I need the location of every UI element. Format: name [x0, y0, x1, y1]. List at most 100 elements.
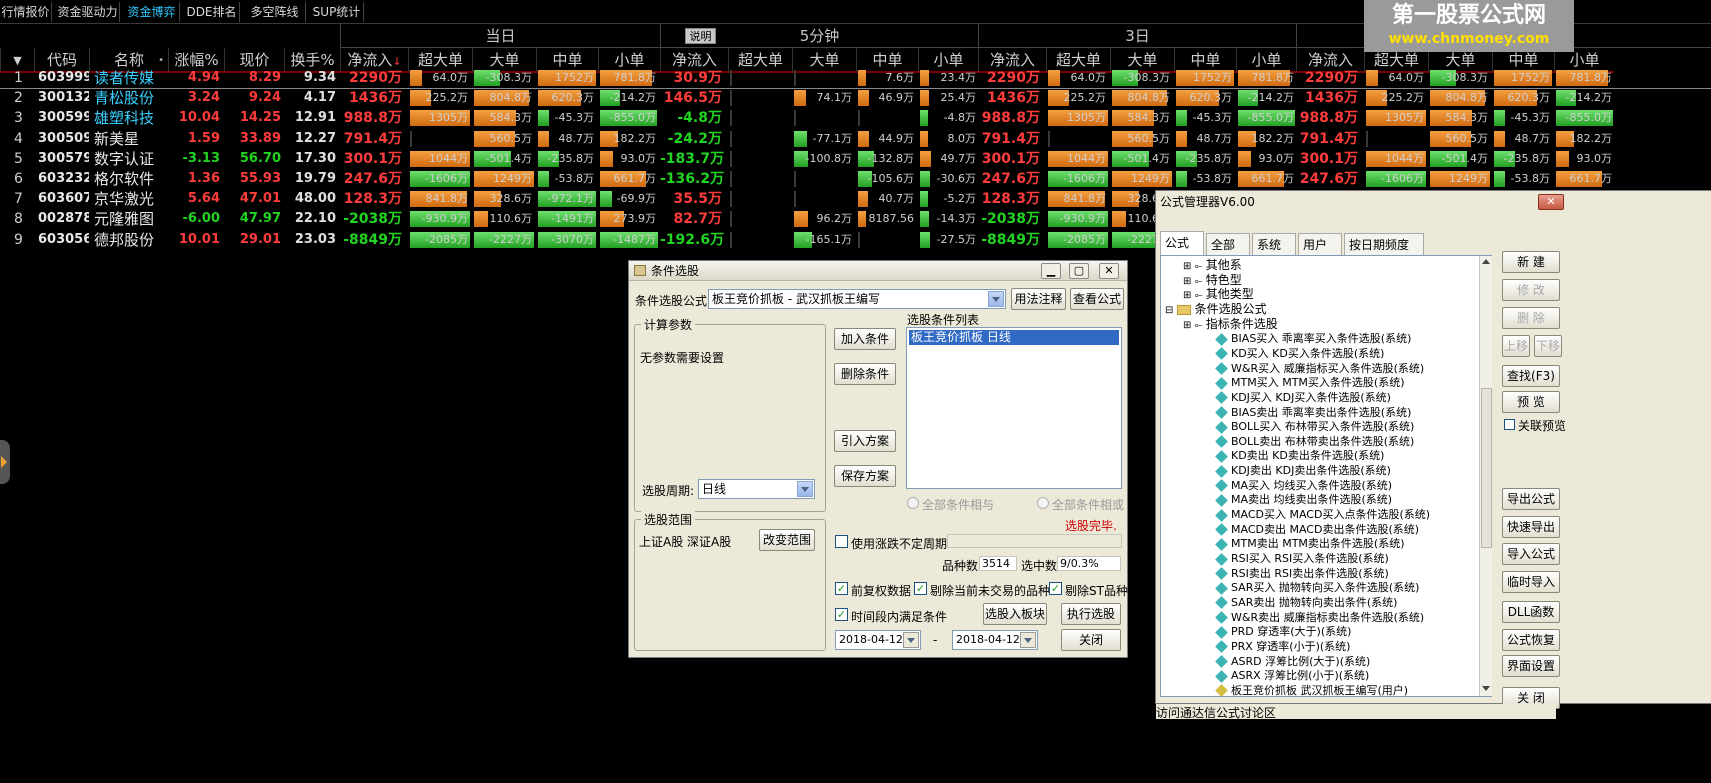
chk-adjust[interactable]: ✓ — [835, 582, 848, 595]
tree-item[interactable]: SAR买入 抛物转向买入条件选股(系统) — [1215, 580, 1419, 595]
expand-node-icon[interactable]: ⊞ ⟜ — [1183, 261, 1206, 272]
tree-item[interactable]: BOLL买入 布林带买入条件选股(系统) — [1215, 419, 1414, 434]
period-select[interactable]: 日线 — [698, 479, 815, 499]
scroll-up-icon[interactable] — [1482, 259, 1490, 264]
top-tab-3[interactable]: DDE排名 — [184, 2, 240, 22]
fm-button-9[interactable]: 快速导出 — [1502, 516, 1560, 538]
tree-item[interactable]: ⊟ 条件选股公式 — [1165, 302, 1267, 317]
variable-period-field[interactable] — [947, 534, 1122, 548]
view-formula-button[interactable]: 查看公式 — [1070, 288, 1124, 310]
tree-item[interactable]: KDJ卖出 KDJ卖出条件选股(系统) — [1215, 463, 1391, 478]
related-preview-checkbox[interactable] — [1504, 419, 1515, 430]
fm-status-text[interactable]: 访问通达信公式讨论区 — [1156, 704, 1556, 720]
fm-tab-1[interactable]: 全部 — [1206, 233, 1250, 255]
date-to[interactable]: 2018-04-12 — [952, 630, 1038, 650]
tree-item[interactable]: KD买入 KD买入条件选股(系统) — [1215, 346, 1384, 361]
top-tab-2[interactable]: 资金博弈 — [124, 2, 180, 22]
scroll-down-icon[interactable] — [1482, 686, 1490, 691]
collapse-icon[interactable]: ⊟ — [1165, 305, 1177, 316]
expand-node-icon[interactable]: ⊞ ⟜ — [1183, 276, 1206, 287]
fm-tab-4[interactable]: 按日期频度 — [1344, 233, 1424, 255]
chevron-down-icon[interactable] — [797, 481, 813, 497]
stock-name[interactable]: 新美星 — [94, 128, 168, 150]
tree-item[interactable]: BIAS买入 乖离率买入条件选股(系统) — [1215, 331, 1411, 346]
tree-item[interactable]: 板王竞价抓板 武汉抓板王编写(用户) — [1215, 683, 1408, 696]
tree-item[interactable]: BOLL卖出 布林带卖出条件选股(系统) — [1215, 434, 1414, 449]
execute-button[interactable]: 执行选股 — [1061, 603, 1121, 625]
fm-tab-0[interactable]: 公式组 — [1160, 231, 1204, 272]
maximize-button[interactable]: ▢ — [1069, 263, 1089, 279]
tree-item[interactable]: MTM买入 MTM买入条件选股(系统) — [1215, 375, 1404, 390]
change-scope-button[interactable]: 改变范围 — [759, 529, 815, 551]
close-icon[interactable]: ✕ — [1099, 263, 1119, 279]
tree-item[interactable]: MACD卖出 MACD卖出条件选股(系统) — [1215, 522, 1419, 537]
stock-code[interactable]: 300132 — [38, 87, 89, 109]
fm-button-3[interactable]: 上移 — [1502, 335, 1530, 357]
stock-code[interactable]: 300579 — [38, 148, 89, 170]
tree-item[interactable]: ⊞ ⟜ 其他系 — [1183, 258, 1242, 273]
chk-variable-period[interactable] — [835, 535, 848, 548]
list-item[interactable]: 板王竞价抓板 日线 — [908, 329, 1120, 346]
table-row[interactable]: 1 603999 读者传媒 4.94 8.29 9.34 2290万 64.0万 -308.3万… — [0, 67, 1711, 89]
tree-item[interactable]: RSI买入 RSI买入条件选股(系统) — [1215, 551, 1389, 566]
stock-name[interactable]: 读者传媒 — [94, 67, 168, 89]
tree-item[interactable]: MTM卖出 MTM卖出条件选股(系统) — [1215, 536, 1404, 551]
import-plan-button[interactable]: 引入方案 — [834, 430, 896, 452]
formula-tree[interactable]: ⊞ ⟜ 其他系 ⊞ ⟜ 特色型 ⊞ ⟜ 其他类型 ⊟ 条件选股公式 ⊞ ⟜ 指标条件选股… — [1160, 255, 1492, 697]
stock-name[interactable]: 德邦股份 — [94, 229, 168, 251]
fm-button-11[interactable]: 临时导入 — [1502, 571, 1560, 593]
expand-node-icon[interactable]: ⊞ ⟜ — [1183, 290, 1206, 301]
expand-node-icon[interactable]: ⊞ ⟜ — [1183, 320, 1206, 331]
fm-button-4[interactable]: 下移 — [1534, 335, 1562, 357]
stock-code[interactable]: 603607 — [38, 188, 89, 210]
stock-code[interactable]: 603056 — [38, 229, 89, 251]
chk-time-range[interactable]: ✓ — [835, 608, 848, 621]
fm-button-10[interactable]: 导入公式 — [1502, 543, 1560, 565]
stock-code[interactable]: 300599 — [38, 107, 89, 129]
tree-item[interactable]: ASRX 浮筹比例(小于)(系统) — [1215, 668, 1369, 683]
top-tab-0[interactable]: 行情报价 — [0, 2, 52, 22]
tree-item[interactable]: PRX 穿透率(小于)(系统) — [1215, 639, 1350, 654]
table-row[interactable]: 4 300509 新美星 1.59 33.89 12.27 791.4万 560.5万 48.7… — [0, 128, 1711, 150]
formula-select[interactable]: 板王竞价抓板 - 武汉抓板王编写 — [708, 289, 1006, 309]
chevron-down-icon[interactable] — [1020, 632, 1036, 648]
tree-item[interactable]: ⊞ ⟜ 其他类型 — [1183, 287, 1254, 302]
stock-code[interactable]: 300509 — [38, 128, 89, 150]
fm-button-14[interactable]: 界面设置 — [1502, 655, 1560, 677]
minimize-button[interactable]: ▁ — [1041, 263, 1061, 279]
fm-button-6[interactable]: 预 览 — [1502, 391, 1560, 413]
chk-exclude-st[interactable]: ✓ — [1049, 582, 1062, 595]
stock-name[interactable]: 元隆雅图 — [94, 208, 168, 230]
fm-tab-3[interactable]: 用户 — [1298, 233, 1342, 255]
close-button[interactable]: 关闭 — [1061, 629, 1121, 651]
table-row[interactable]: 3 300599 雄塑科技 10.04 14.25 12.91 988.8万 1305万 584… — [0, 107, 1711, 129]
fm-button-0[interactable]: 新 建 — [1502, 251, 1560, 273]
condition-list[interactable]: 板王竞价抓板 日线 — [906, 327, 1122, 489]
top-tab-1[interactable]: 资金驱动力 — [56, 2, 120, 22]
tree-item[interactable]: MA卖出 均线卖出条件选股(系统) — [1215, 492, 1392, 507]
tree-item[interactable]: MACD买入 MACD买入点条件选股(系统) — [1215, 507, 1430, 522]
fm-button-1[interactable]: 修 改 — [1502, 279, 1560, 301]
tree-item[interactable]: KDJ买入 KDJ买入条件选股(系统) — [1215, 390, 1391, 405]
stock-name[interactable]: 雄塑科技 — [94, 107, 168, 129]
to-block-button[interactable]: 选股入板块 — [983, 603, 1047, 625]
stock-code[interactable]: 603232 — [38, 168, 89, 190]
stock-code[interactable]: 603999 — [38, 67, 89, 89]
close-icon[interactable]: ✕ — [1538, 194, 1564, 210]
fm-button-5[interactable]: 查找(F3) — [1502, 365, 1560, 387]
tree-item[interactable]: RSI卖出 RSI卖出条件选股(系统) — [1215, 566, 1389, 581]
fm-tab-2[interactable]: 系统 — [1252, 233, 1296, 255]
tree-item[interactable]: ASRD 浮筹比例(大于)(系统) — [1215, 654, 1370, 669]
fm-button-12[interactable]: DLL函数 — [1502, 601, 1560, 623]
tree-item[interactable]: PRD 穿透率(大于)(系统) — [1215, 624, 1351, 639]
top-tab-4[interactable]: 多空阵线 — [244, 2, 306, 22]
side-expand-arrow-icon[interactable] — [0, 440, 10, 484]
usage-note-button[interactable]: 用法注释 — [1011, 288, 1066, 310]
fm-button-8[interactable]: 导出公式 — [1502, 488, 1560, 510]
tree-item[interactable]: SAR卖出 抛物转向卖出条件(系统) — [1215, 595, 1397, 610]
top-tab-5[interactable]: SUP统计 — [310, 2, 364, 22]
stock-name[interactable]: 青松股份 — [94, 87, 168, 109]
chevron-down-icon[interactable] — [988, 291, 1004, 307]
delete-condition-button[interactable]: 删除条件 — [834, 363, 896, 385]
tree-item[interactable]: W&R卖出 威廉指标卖出条件选股(系统) — [1215, 610, 1424, 625]
